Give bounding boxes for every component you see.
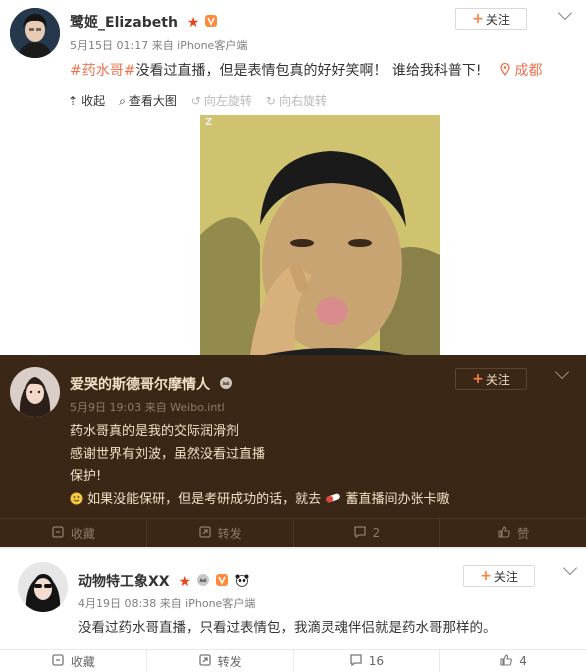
rotate-right-icon: ↻ (265, 94, 276, 108)
comment-count: 16 (368, 654, 385, 668)
username[interactable]: 爱哭的斯德哥尔摩情人 (70, 377, 210, 393)
plus-icon: + (472, 371, 484, 387)
follow-button[interactable]: + 关注 (455, 8, 527, 30)
post-action-bar: 收藏 转发 2 赞 (0, 518, 586, 547)
post-action-bar: 收藏 转发 16 4 (0, 649, 586, 672)
collect-button[interactable]: 收藏 (0, 650, 147, 672)
post-meta: 4月19日 08:38 来自 iPhone客户端 (78, 597, 256, 610)
collect-label: 收藏 (70, 654, 95, 669)
thumbs-up-icon (499, 653, 513, 670)
follow-label: 关注 (485, 372, 510, 387)
comment-count: 2 (372, 526, 381, 540)
repost-icon (198, 525, 212, 542)
follow-button[interactable]: + 关注 (455, 368, 527, 390)
collapse-button[interactable]: ⇡ 收起 (68, 92, 105, 109)
like-button[interactable]: 4 (440, 650, 586, 672)
meme-image[interactable]: Z (200, 115, 440, 356)
repost-label: 转发 (217, 654, 242, 669)
collapse-icon: ⇡ (68, 94, 79, 108)
collect-button[interactable]: 收藏 (0, 519, 147, 547)
like-count: 4 (519, 654, 527, 668)
pill-emoji-icon (325, 492, 345, 507)
smile-emoji-icon (70, 492, 87, 507)
comment-icon (353, 525, 367, 542)
comment-button[interactable]: 16 (294, 650, 441, 672)
avatar[interactable] (10, 8, 60, 58)
rotate-right-button[interactable]: ↻ 向右旋转 (266, 92, 327, 109)
avatar[interactable] (18, 562, 68, 612)
repost-label: 转发 (217, 526, 242, 541)
weibo-post-3: 动物特工象XX ★ 4月19日 08:38 来自 iPhone客户端 + 关注 … (0, 549, 586, 672)
view-large-button[interactable]: ⌕ 查看大图 (119, 92, 177, 109)
view-large-label: 查看大图 (128, 94, 177, 108)
post-text: #药水哥#没看过直播，但是表情包真的好好笑啊！ 谁给我科普下! 成都 (70, 60, 542, 80)
comment-text: 如果没能保研，但是考研成功的话，就去 (87, 492, 322, 507)
repost-icon (198, 653, 212, 670)
chevron-down-icon[interactable] (562, 560, 578, 576)
plus-icon: + (480, 568, 492, 584)
post-meta: 5月15日 01:17 来自 iPhone客户端 (70, 39, 248, 52)
comment-button[interactable]: 2 (294, 519, 441, 547)
collect-icon (51, 653, 65, 670)
like-button[interactable]: 赞 (440, 519, 586, 547)
plus-icon: + (472, 11, 484, 27)
media-toolbar: ⇡ 收起 ⌕ 查看大图 ↺ 向左旋转 ↻ 向右旋转 (68, 92, 327, 109)
comment-line: 药水哥真的是我的交际润滑剂 (70, 424, 240, 439)
follow-label: 关注 (485, 12, 510, 27)
rotate-left-button[interactable]: ↺ 向左旋转 (191, 92, 252, 109)
chevron-down-icon[interactable] (554, 364, 570, 380)
follow-button[interactable]: + 关注 (463, 565, 535, 587)
like-label: 赞 (517, 526, 530, 541)
location-pin-icon (500, 62, 514, 79)
comment-line: 感谢世界有刘波，虽然没看过直播 (70, 447, 266, 462)
avatar[interactable] (10, 367, 60, 417)
star-badge-icon: ★ (186, 15, 200, 31)
repost-button[interactable]: 转发 (147, 650, 294, 672)
comment-line: 保护! (70, 469, 102, 484)
crown-badge-icon (196, 573, 210, 591)
magnify-icon: ⌕ (119, 94, 126, 108)
hashtag-link[interactable]: #药水哥# (70, 63, 135, 79)
chevron-down-icon[interactable] (557, 5, 573, 21)
collapse-label: 收起 (81, 94, 106, 108)
weibo-post-1: 鹭姬_Elizabeth ★ 5月15日 01:17 来自 iPhone客户端 … (0, 0, 586, 356)
meme-label: Z (205, 117, 213, 128)
collect-icon (51, 525, 65, 542)
rotate-left-icon: ↺ (190, 94, 201, 108)
vip-badge-icon (204, 14, 218, 32)
repost-button[interactable]: 转发 (147, 519, 294, 547)
panda-badge-icon (234, 573, 250, 591)
username[interactable]: 动物特工象XX (78, 574, 170, 590)
location-link[interactable]: 成都 (500, 62, 543, 79)
weibo-post-2: 爱哭的斯德哥尔摩情人 5月9日 19:03 来自 Weibo.intl + 关注… (0, 355, 586, 547)
thumbs-up-icon (497, 525, 511, 542)
star-badge-icon: ★ (178, 574, 192, 590)
post-meta: 5月9日 19:03 来自 Weibo.intl (70, 401, 225, 414)
comment-icon (349, 653, 363, 670)
comment-line-emoji: 如果没能保研，但是考研成功的话，就去 蓄直播间办张卡嗷 (70, 488, 449, 507)
follow-label: 关注 (493, 569, 518, 584)
comment-text-tail: 蓄直播间办张卡嗷 (345, 492, 450, 507)
collect-label: 收藏 (70, 526, 95, 541)
rotate-left-label: 向左旋转 (203, 94, 252, 108)
vip-badge-icon (215, 573, 229, 591)
crown-badge-icon (219, 376, 233, 394)
post-body: 没看过药水哥直播，只看过表情包，我滴灵魂伴侣就是药水哥那样的。 (78, 620, 497, 636)
post-body: 没看过直播，但是表情包真的好好笑啊！ 谁给我科普下! (135, 63, 482, 79)
username[interactable]: 鹭姬_Elizabeth (70, 15, 178, 31)
rotate-right-label: 向右旋转 (278, 94, 327, 108)
location-label: 成都 (514, 63, 543, 79)
